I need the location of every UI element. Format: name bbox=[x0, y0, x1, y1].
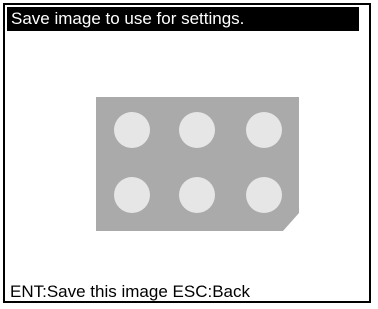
screen-title: Save image to use for settings. bbox=[7, 7, 359, 31]
hole-2-3 bbox=[246, 177, 282, 213]
image-preview bbox=[96, 97, 299, 231]
hole-1-1 bbox=[114, 112, 150, 148]
hole-1-2 bbox=[179, 112, 215, 148]
key-hint-footer: ENT:Save this image ESC:Back bbox=[10, 282, 250, 301]
hole-2-2 bbox=[179, 177, 215, 213]
hole-1-3 bbox=[246, 112, 282, 148]
hole-2-1 bbox=[114, 177, 150, 213]
